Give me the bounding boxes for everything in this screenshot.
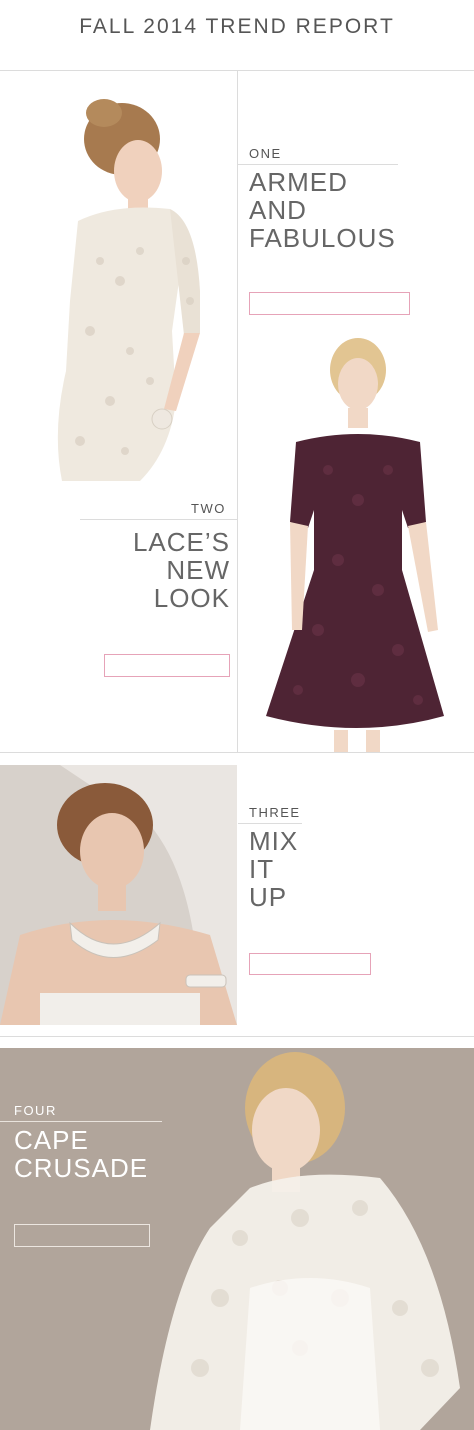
trend-four-rule: [0, 1121, 162, 1122]
trend-three-rule: [238, 823, 302, 824]
burgundy-lace-dress-photo[interactable]: [238, 330, 474, 752]
trend-one-rule: [238, 164, 398, 165]
trend-two-number: TWO: [191, 501, 226, 516]
trend-three-shop-button[interactable]: [249, 953, 371, 975]
divider: [0, 752, 474, 753]
divider: [0, 1036, 474, 1037]
trend-four-number: FOUR: [14, 1103, 57, 1118]
statement-necklace-photo[interactable]: [0, 765, 237, 1025]
trend-one-shop-button[interactable]: [249, 292, 410, 315]
trend-four-shop-button[interactable]: [14, 1224, 150, 1247]
trend-three-number: THREE: [249, 805, 301, 820]
trend-one-number: ONE: [249, 146, 282, 161]
trend-two-rule: [80, 519, 237, 520]
trend-two-shop-button[interactable]: [104, 654, 230, 677]
lace-sleeve-gown-photo[interactable]: [0, 71, 236, 486]
trend-three-heading: MIX IT UP: [249, 826, 299, 912]
trend-four-heading: CAPE CRUSADE: [14, 1125, 149, 1183]
trend-two-heading: LACE’S NEW LOOK: [132, 527, 230, 613]
page-title: FALL 2014 TREND REPORT: [79, 15, 395, 38]
trend-one-heading: ARMED AND FABULOUS: [249, 167, 396, 253]
